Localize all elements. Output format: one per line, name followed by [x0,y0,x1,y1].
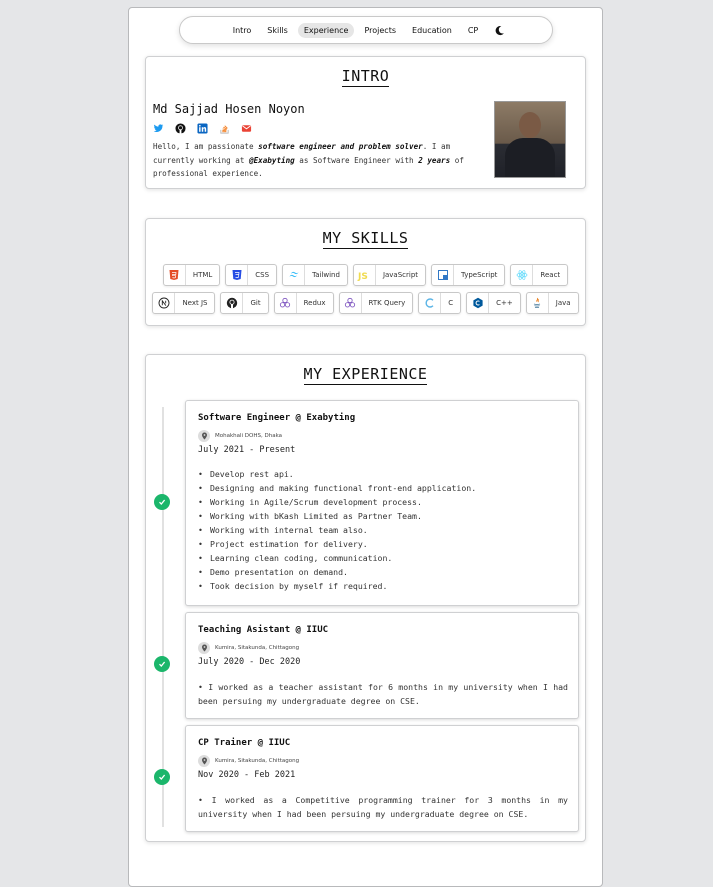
job-location: Kumira, Sitakunda, Chittagong [198,755,299,767]
job-description: • I worked as a Competitive programming … [198,795,568,819]
skill-label: C++ [496,299,513,307]
skill-label: CSS [255,271,270,279]
list-item: Learning clean coding, communication. [198,551,476,565]
job-description: • I worked as a teacher assistant for 6 … [198,682,568,706]
job-dates: July 2020 - Dec 2020 [198,657,301,667]
job-dates: July 2021 - Present [198,445,296,455]
skill-chip: HTML [162,264,221,286]
top-navbar: Intro Skills Experience Projects Educati… [179,16,553,44]
experience-title: MY EXPERIENCE [303,365,428,385]
skill-chip: RTK Query [338,292,414,314]
location-pin-icon [198,430,210,442]
cplusplus-icon [467,293,490,313]
skill-chip: Tailwind [282,264,348,286]
skill-label: Tailwind [312,271,340,279]
twitter-icon[interactable] [153,123,164,134]
skill-label: HTML [192,271,213,279]
portfolio-page: Intro Skills Experience Projects Educati… [128,7,603,887]
skills-title: MY SKILLS [322,229,409,249]
linkedin-icon[interactable] [197,123,208,134]
skill-label: React [540,271,561,279]
skill-chip: React [510,264,569,286]
skill-label: C [448,299,454,307]
redux-icon [340,293,362,313]
experience-card: CP Trainer @ IIUC Kumira, Sitakunda, Chi… [185,725,579,832]
profile-photo [494,101,566,178]
github-icon [221,293,244,313]
bio-text: Hello, I am passionate software engineer… [153,142,464,178]
nav-intro[interactable]: Intro [227,23,258,38]
typescript-icon [432,265,455,285]
skill-chip: CSS [225,264,278,286]
job-dates: Nov 2020 - Feb 2021 [198,770,296,780]
skill-chip: C [418,292,462,314]
social-links [153,123,252,134]
intro-title: INTRO [341,67,390,87]
javascript-icon: JS [354,265,376,285]
skill-label: RTK Query [368,299,406,307]
nav-skills[interactable]: Skills [261,23,294,38]
list-item: Project estimation for delivery. [198,537,476,551]
skill-label: Redux [303,299,326,307]
skill-chip: C++ [466,292,521,314]
profile-name: Md Sajjad Hosen Noyon [153,102,305,116]
intro-section: INTRO Md Sajjad Hosen Noyon Hello, I am … [145,56,586,189]
java-icon [527,293,549,313]
nav-projects[interactable]: Projects [358,23,402,38]
list-item: Working in Agile/Scrum development proce… [198,495,476,509]
list-item: Working with internal team also. [198,523,476,537]
list-item: Demo presentation on demand. [198,565,476,579]
experience-card: Software Engineer @ Exabyting Mohakhali … [185,400,579,606]
moon-icon[interactable] [494,25,505,36]
job-title: Software Engineer @ Exabyting [198,413,356,423]
skill-label: Next JS [182,299,208,307]
mail-icon[interactable] [241,123,252,134]
location-pin-icon [198,755,210,767]
svg-text:JS: JS [357,272,368,281]
location-pin-icon [198,642,210,654]
c-icon [419,293,442,313]
list-item: Develop rest api. [198,467,476,481]
skill-label: Java [555,299,571,307]
skill-label: TypeScript [461,271,498,279]
github-icon[interactable] [175,123,186,134]
nav-cp[interactable]: CP [462,23,484,38]
skill-chip: JS JavaScript [352,264,427,286]
skill-chip: Git [220,292,269,314]
skill-chip: Redux [273,292,334,314]
check-icon [154,769,170,785]
skills-section: MY SKILLS HTML CSS Tailwind JS JavaScript Typ… [145,218,586,326]
timeline-line [162,407,164,827]
job-location: Mohakhali DOHS, Dhaka [198,430,282,442]
job-duties: Develop rest api. Designing and making f… [198,467,476,593]
react-icon [511,265,534,285]
nav-experience[interactable]: Experience [297,22,355,38]
stackoverflow-icon[interactable] [219,123,230,134]
css3-icon [226,265,249,285]
check-icon [154,494,170,510]
skills-row-1: HTML CSS Tailwind JS JavaScript TypeScript Rea… [146,264,585,286]
experience-section: MY EXPERIENCE Software Engineer @ Exabyt… [145,354,586,842]
skills-row-2: Next JS Git Redux RTK Query C C++ Java [146,292,585,314]
experience-card: Teaching Asistant @ IIUC Kumira, Sitakun… [185,612,579,719]
nextjs-icon [153,293,176,313]
skill-label: Git [250,299,261,307]
check-icon [154,656,170,672]
skill-chip: Next JS [152,292,216,314]
nav-education[interactable]: Education [406,23,458,38]
skill-chip: Java [525,292,579,314]
list-item: Working with bKash Limited as Partner Te… [198,509,476,523]
skill-label: JavaScript [382,271,419,279]
tailwind-icon [283,265,306,285]
redux-icon [275,293,297,313]
skill-chip: TypeScript [431,264,506,286]
list-item: Took decision by myself if required. [198,579,476,593]
job-title: CP Trainer @ IIUC [198,738,291,748]
job-location: Kumira, Sitakunda, Chittagong [198,642,299,654]
job-title: Teaching Asistant @ IIUC [198,625,329,635]
html5-icon [164,265,186,285]
list-item: Designing and making functional front-en… [198,481,476,495]
